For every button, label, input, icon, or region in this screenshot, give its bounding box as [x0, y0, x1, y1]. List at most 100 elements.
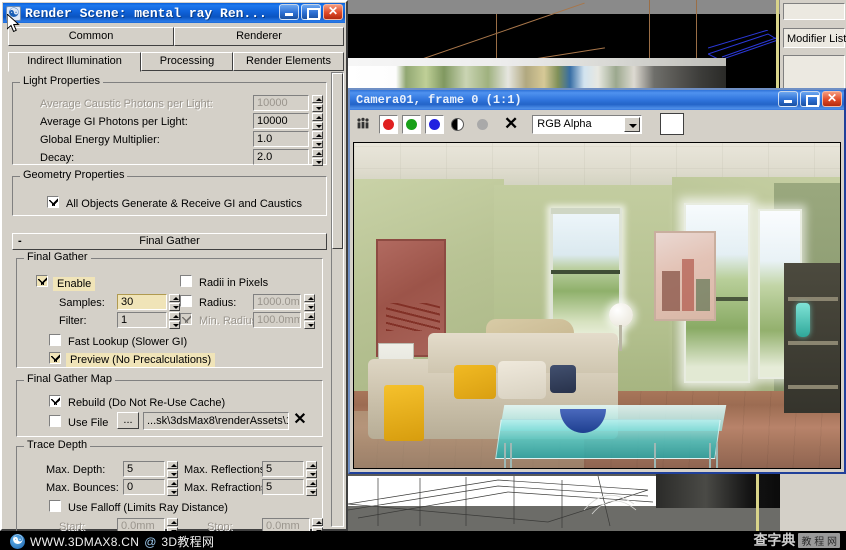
max-bounces-field[interactable]: 0: [123, 479, 165, 495]
use-falloff-checkbox[interactable]: [49, 500, 61, 512]
max-refractions-spinner[interactable]: [306, 479, 317, 496]
render-scene-titlebar[interactable]: Render Scene: mental ray Ren... ✕: [3, 3, 345, 23]
max-reflections-field[interactable]: 5: [262, 461, 304, 477]
fg-radius-spinner[interactable]: [304, 294, 315, 311]
tab-common[interactable]: Common: [8, 27, 174, 46]
red-dot-icon: [383, 118, 394, 130]
fg-filter-spinner[interactable]: [169, 312, 180, 329]
trace-depth-group: Trace Depth Max. Depth: 5 Max. Reflectio…: [16, 440, 323, 535]
all-objects-gi-label: All Objects Generate & Receive GI and Ca…: [66, 198, 302, 210]
final-gather-group: Final Gather Enable Samples: 30 Filter: …: [16, 252, 323, 368]
modifier-list-dropdown[interactable]: Modifier List: [783, 28, 846, 48]
right-watermark: 查字典 教 程 网 jiaocheng.chazidian.com: [741, 530, 840, 550]
fg-radius-field[interactable]: 1000.0mr: [253, 294, 301, 310]
max-depth-spinner[interactable]: [167, 461, 178, 478]
clear-image-icon[interactable]: ✕: [504, 115, 518, 132]
minimize-button[interactable]: [279, 4, 299, 20]
tab-processing[interactable]: Processing: [141, 52, 233, 71]
avg-gi-photons-field[interactable]: 10000: [253, 113, 309, 129]
fg-samples-spinner[interactable]: [169, 294, 180, 311]
global-energy-multiplier-field[interactable]: 1.0: [253, 131, 309, 147]
viewport-top-perspective[interactable]: [348, 0, 780, 88]
max-refractions-field[interactable]: 5: [262, 479, 304, 495]
max-depth-field[interactable]: 5: [123, 461, 165, 477]
render-frame-titlebar[interactable]: Camera01, frame 0 (1:1) ✕: [350, 90, 844, 110]
interior-render-scene: [354, 143, 840, 468]
save-bitmap-icon[interactable]: [355, 116, 371, 132]
fg-filter-field[interactable]: 1: [117, 312, 167, 328]
maximize-button[interactable]: [301, 4, 321, 20]
shelf-board: [788, 341, 838, 345]
avg-caustic-photons-spinner[interactable]: [312, 95, 323, 112]
channel-select[interactable]: RGB Alpha: [532, 114, 643, 134]
tab-indirect-illumination[interactable]: Indirect Illumination: [8, 52, 141, 72]
render-scene-dialog[interactable]: Render Scene: mental ray Ren... ✕ Common…: [0, 0, 348, 535]
fg-preview-checkbox[interactable]: [49, 352, 61, 364]
fgmap-rebuild-checkbox[interactable]: [49, 395, 61, 407]
rollout-scrollbar[interactable]: [331, 72, 344, 527]
alpha-channel-icon[interactable]: [451, 117, 464, 131]
fg-enable-checkbox[interactable]: [36, 275, 48, 287]
trace-depth-title: Trace Depth: [24, 440, 91, 451]
avg-gi-photons-spinner[interactable]: [312, 113, 323, 130]
shelf-board: [788, 385, 838, 389]
fg-fast-lookup-checkbox[interactable]: [49, 334, 61, 346]
command-panel-name-field[interactable]: [783, 3, 845, 20]
fgmap-use-file-checkbox[interactable]: [49, 415, 61, 427]
scene-artwork-right: [654, 231, 716, 321]
fgmap-browse-button[interactable]: ...: [117, 412, 139, 429]
blue-channel-button[interactable]: [425, 114, 444, 134]
red-channel-button[interactable]: [379, 114, 398, 134]
decay-field[interactable]: 2.0: [253, 149, 309, 165]
render-frame-window-controls[interactable]: ✕: [778, 91, 842, 107]
max-bounces-spinner[interactable]: [167, 479, 178, 496]
fg-radius-checkbox[interactable]: [180, 295, 192, 307]
rfw-minimize-button[interactable]: [778, 91, 798, 107]
final-gather-map-title: Final Gather Map: [24, 374, 115, 385]
light-properties-title: Light Properties: [20, 76, 104, 87]
render-tabs-row-1[interactable]: Common Renderer: [8, 27, 344, 47]
render-frame-toolbar[interactable]: ✕ RGB Alpha: [350, 110, 844, 138]
green-channel-button[interactable]: [402, 114, 421, 134]
render-tabs-row-2[interactable]: Indirect Illumination Processing Render …: [8, 52, 344, 72]
color-swatch[interactable]: [660, 113, 685, 135]
artwork-detail: [696, 279, 710, 311]
tab-render-elements[interactable]: Render Elements: [233, 52, 344, 71]
fgmap-clear-button[interactable]: ✕: [291, 412, 309, 430]
tab-renderer[interactable]: Renderer: [174, 27, 344, 46]
rfw-close-button[interactable]: ✕: [822, 91, 842, 107]
rfw-maximize-button[interactable]: [800, 91, 820, 107]
monochrome-icon[interactable]: [477, 118, 488, 130]
final-gather-rollout-header[interactable]: - Final Gather: [12, 233, 327, 250]
all-objects-gi-checkbox[interactable]: [47, 196, 59, 208]
fg-samples-field[interactable]: 30: [117, 294, 167, 310]
decay-spinner[interactable]: [312, 149, 323, 166]
modifier-stack-panel[interactable]: [783, 55, 845, 91]
chevron-down-icon[interactable]: [624, 116, 641, 132]
viewport-bottom-wireframe[interactable]: [348, 474, 780, 531]
rendered-image[interactable]: [353, 142, 841, 469]
scene-shelf-unit: [784, 263, 840, 413]
fg-min-radius-label: Min. Radius:: [199, 315, 261, 327]
render-frame-window[interactable]: Camera01, frame 0 (1:1) ✕ ✕ RGB Alpha: [348, 88, 846, 474]
global-energy-multiplier-spinner[interactable]: [312, 131, 323, 148]
mouse-cursor: [7, 14, 20, 33]
avg-caustic-photons-field[interactable]: 10000: [253, 95, 309, 111]
fg-min-radius-spinner[interactable]: [304, 312, 315, 329]
watermark-brand-sub: 教 程 网: [798, 532, 840, 548]
fg-min-radius-field[interactable]: 100.0mm: [253, 312, 301, 328]
window-controls[interactable]: ✕: [279, 4, 343, 20]
scene-cushion-blue: [550, 365, 576, 393]
fg-radii-in-pixels-checkbox[interactable]: [180, 275, 192, 287]
blue-dot-icon: [429, 118, 440, 130]
close-button[interactable]: ✕: [323, 4, 343, 20]
global-energy-multiplier-label: Global Energy Multiplier:: [40, 134, 160, 146]
render-frame-title: Camera01, frame 0 (1:1): [356, 93, 522, 107]
fg-fast-lookup-label: Fast Lookup (Slower GI): [68, 336, 188, 348]
max-reflections-spinner[interactable]: [306, 461, 317, 478]
scrollbar-thumb[interactable]: [332, 73, 343, 249]
fg-min-radius-checkbox[interactable]: [180, 313, 192, 325]
watermark-site-name: 3D教程网: [161, 535, 215, 549]
viewport-dark-region: [656, 474, 780, 508]
fgmap-file-path-field[interactable]: ...sk\3dsMax8\renderAssets\1.fgm: [143, 412, 289, 430]
